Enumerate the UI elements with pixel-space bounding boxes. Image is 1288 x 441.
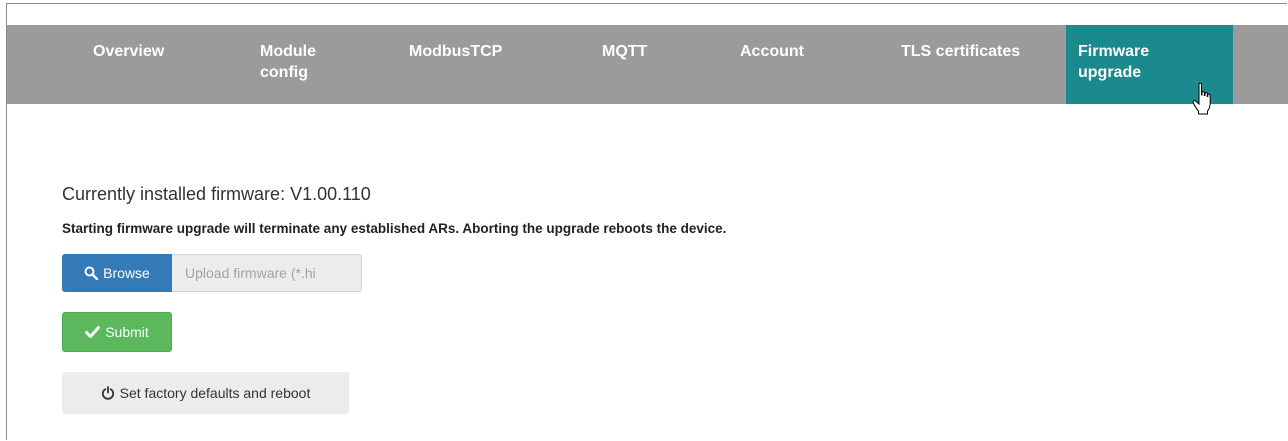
submit-button-label: Submit	[105, 324, 149, 340]
power-icon	[101, 386, 115, 400]
app-frame: Overview Module config ModbusTCP MQTT Ac…	[6, 3, 1288, 440]
browse-button[interactable]: Browse	[62, 254, 172, 292]
nav-item-module-config[interactable]: Module config	[260, 25, 350, 104]
check-icon	[85, 326, 101, 338]
factory-reset-button[interactable]: Set factory defaults and reboot	[62, 372, 349, 414]
upgrade-warning-text: Starting firmware upgrade will terminate…	[62, 221, 727, 236]
nav-item-tls-certificates[interactable]: TLS certificates	[901, 25, 1056, 104]
nav-item-label: Firmware upgrade	[1078, 43, 1150, 81]
search-icon	[84, 266, 99, 280]
nav-item-label: Module config	[260, 43, 316, 81]
main-navbar: Overview Module config ModbusTCP MQTT Ac…	[7, 25, 1288, 104]
submit-button[interactable]: Submit	[62, 312, 172, 352]
nav-item-modbustcp[interactable]: ModbusTCP	[409, 25, 539, 104]
upload-firmware-input[interactable]: Upload firmware (*.hi	[172, 254, 362, 292]
nav-item-label: Account	[740, 43, 804, 60]
nav-item-label: MQTT	[602, 43, 648, 60]
nav-item-account[interactable]: Account	[740, 25, 830, 104]
nav-item-mqtt[interactable]: MQTT	[602, 25, 672, 104]
hand-pointer-icon	[1192, 82, 1214, 116]
firmware-version-heading: Currently installed firmware: V1.00.110	[62, 184, 371, 204]
nav-item-label: Overview	[93, 43, 165, 60]
nav-item-label: ModbusTCP	[409, 43, 503, 60]
browse-button-label: Browse	[103, 265, 150, 281]
factory-reset-label: Set factory defaults and reboot	[119, 385, 311, 401]
nav-item-overview[interactable]: Overview	[93, 25, 203, 104]
nav-item-label: TLS certificates	[901, 43, 1021, 60]
